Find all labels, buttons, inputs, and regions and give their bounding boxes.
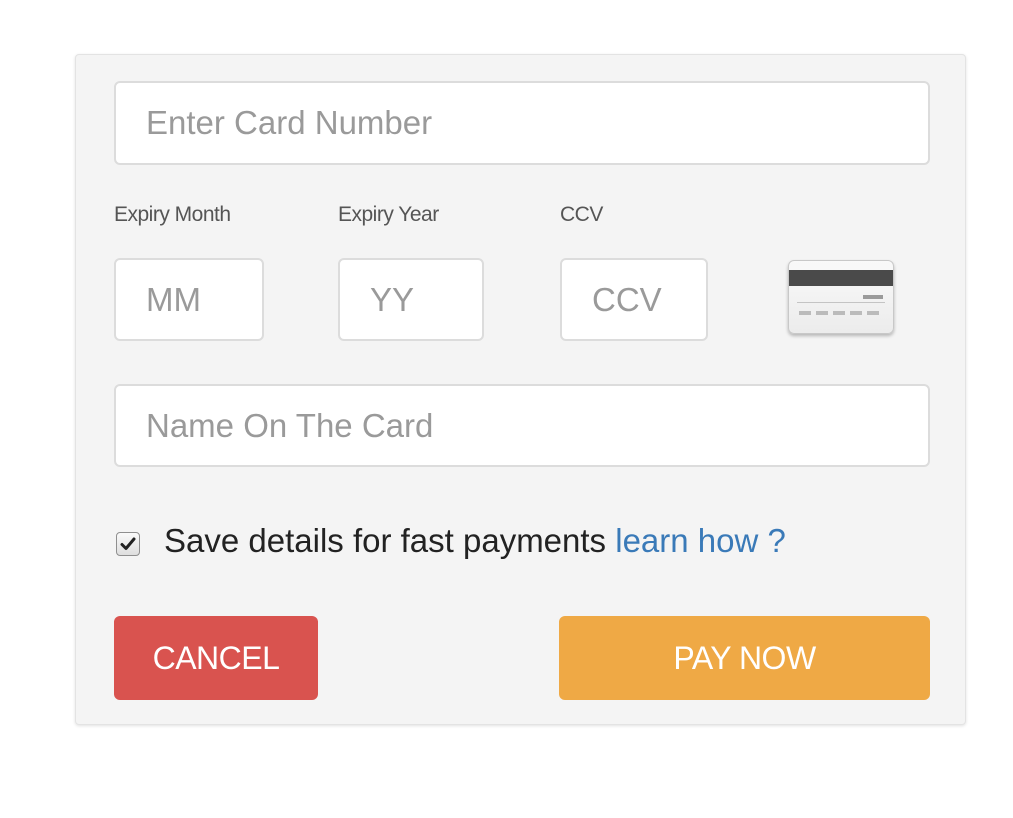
save-details-row: Save details for fast payments learn how… xyxy=(164,522,786,560)
save-details-checkbox[interactable] xyxy=(116,532,140,556)
card-number-input[interactable] xyxy=(114,81,930,165)
credit-card-back-icon xyxy=(788,260,894,334)
ccv-input[interactable] xyxy=(560,258,708,341)
expiry-year-label: Expiry Year xyxy=(338,203,439,226)
expiry-month-input[interactable] xyxy=(114,258,264,341)
name-on-card-input[interactable] xyxy=(114,384,930,467)
expiry-month-label: Expiry Month xyxy=(114,203,231,226)
save-details-label: Save details for fast payments xyxy=(164,522,607,559)
checkmark-icon xyxy=(120,537,136,550)
pay-now-button[interactable]: PAY NOW xyxy=(559,616,930,700)
learn-how-link[interactable]: learn how ? xyxy=(615,522,786,559)
ccv-label: CCV xyxy=(560,203,603,226)
expiry-year-input[interactable] xyxy=(338,258,484,341)
cancel-button[interactable]: CANCEL xyxy=(114,616,318,700)
payment-form-panel: Expiry Month Expiry Year CCV Save detail… xyxy=(75,54,966,725)
